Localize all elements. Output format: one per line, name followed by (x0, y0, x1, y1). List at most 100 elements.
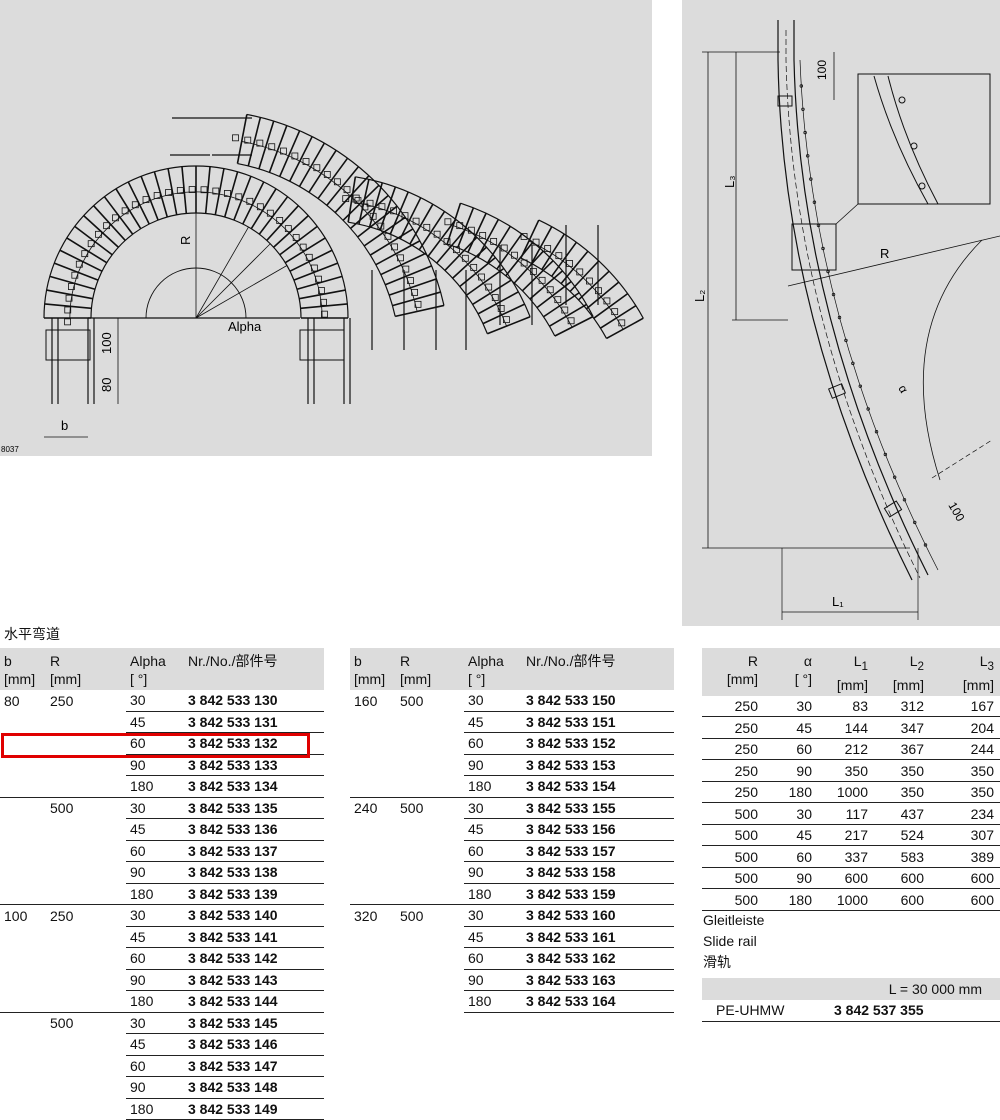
chain-link (569, 260, 600, 293)
cell-alpha: 60 (126, 840, 184, 862)
table-row: 60 3 842 533 147 (0, 1055, 324, 1077)
cell-nr: 3 842 533 150 (522, 690, 674, 712)
cell-b (0, 776, 46, 798)
cell-r: 500 (702, 867, 764, 890)
cell-l2: 583 (874, 845, 930, 868)
table-row: 45 3 842 533 136 (0, 818, 324, 841)
chain-link (577, 270, 610, 301)
cell-b (0, 1098, 46, 1120)
cell-b (350, 754, 396, 776)
cell-r (396, 733, 464, 755)
cell-alpha: 90 (764, 759, 818, 782)
cell-r (46, 1034, 126, 1056)
cell-nr: 3 842 533 146 (184, 1033, 324, 1056)
col-l3-sub: 3 (987, 659, 994, 673)
cell-b (0, 1077, 46, 1099)
cell-alpha: 45 (126, 818, 184, 841)
cell-nr: 3 842 533 134 (184, 775, 324, 798)
cell-alpha: 180 (464, 883, 522, 905)
cell-nr: 3 842 533 159 (522, 883, 674, 905)
cell-l3: 204 (930, 716, 1000, 739)
curve-dimension-drawing: R α L₁ L₂ L₃ 100 100 (682, 0, 1000, 626)
col-l1-header: L (853, 653, 862, 669)
cell-b (350, 733, 396, 755)
cell-r (46, 1077, 126, 1099)
l3-label: L₃ (722, 175, 737, 188)
angle-line (931, 439, 993, 479)
chain-tooth (554, 296, 562, 304)
table-row: 90 3 842 533 143 (0, 969, 324, 991)
col-nr-header: Nr./No./部件号 (526, 653, 616, 669)
chain-link (258, 120, 275, 170)
cell-l3: 600 (930, 888, 1000, 911)
cell-nr: 3 842 533 141 (184, 926, 324, 948)
cell-r (46, 969, 126, 991)
table-row: 45 3 842 533 161 (350, 926, 674, 948)
cell-b (350, 840, 396, 862)
segment-45 (444, 202, 594, 337)
cell-b (0, 840, 46, 862)
cell-r (396, 776, 464, 798)
slide-rail-row: PE-UHMW 3 842 537 355 (702, 1000, 1000, 1022)
cell-alpha: 60 (464, 840, 522, 862)
cell-nr: 3 842 533 160 (522, 904, 674, 927)
chain-link (309, 287, 355, 296)
chain-tooth (566, 260, 573, 267)
chain-tooth (87, 240, 95, 248)
cell-b (350, 862, 396, 884)
selected-row-highlight (1, 733, 310, 758)
radius-line (195, 265, 288, 319)
chain-link (299, 289, 346, 300)
chain-tooth (131, 201, 139, 209)
cell-l3: 167 (930, 695, 1000, 718)
cell-r (46, 926, 126, 948)
chain-tooth (305, 253, 313, 261)
cell-b: 80 (4, 692, 20, 709)
curve-dimensions-table: R [mm] α[ °] L1 [mm] L2 [mm] L3 [mm] 250 30 83… (702, 648, 1000, 911)
cell-nr: 3 842 533 147 (184, 1055, 324, 1077)
col-r-unit: [mm] (400, 671, 432, 687)
cell-alpha: 90 (464, 969, 522, 991)
chain-link (543, 292, 580, 318)
chain-link (46, 289, 93, 300)
cell-b (0, 862, 46, 884)
chain-tooth (299, 243, 307, 251)
cell-alpha: 90 (764, 867, 818, 890)
cell-nr: 3 842 533 145 (184, 1011, 324, 1034)
col-b-unit: [mm] (4, 671, 36, 687)
chain-tooth (397, 254, 404, 262)
dim-100-bottom-label: 100 (945, 500, 967, 525)
radius-r-label: R (880, 246, 889, 261)
cell-b (350, 948, 396, 970)
cell-b (0, 926, 46, 948)
col-l2-header: L (909, 653, 918, 669)
chain-tooth (352, 194, 360, 202)
cell-b: 160 (354, 692, 378, 709)
chain-tooth (292, 234, 300, 241)
radius-line (195, 226, 249, 319)
cell-nr: 3 842 533 162 (522, 947, 674, 970)
table-row: 250 60 212 367 244 (702, 738, 1000, 761)
chain-tooth (576, 268, 584, 276)
cell-alpha: 30 (126, 1011, 184, 1034)
cell-l1: 600 (818, 867, 874, 890)
cell-l2: 437 (874, 802, 930, 825)
chain-tooth (232, 134, 239, 142)
joint-marker (827, 383, 847, 399)
table-row: 45 3 842 533 156 (350, 818, 674, 841)
chain-outer-edge (355, 176, 531, 318)
cell-r (46, 883, 126, 905)
table-row: 180 3 842 533 139 (0, 883, 324, 905)
table-row: 45 3 842 533 146 (0, 1033, 324, 1056)
table-row: 250 45 144 347 204 (702, 716, 1000, 739)
cell-alpha: 60 (764, 738, 818, 761)
table-row: 90 3 842 533 158 (350, 861, 674, 884)
table-row: 60 3 842 533 157 (350, 840, 674, 862)
table-row: 500 180 1000 600 600 (702, 888, 1000, 911)
cell-nr: 3 842 533 137 (184, 840, 324, 862)
cell-r (46, 1098, 126, 1120)
slide-rail-title-en: Slide rail (703, 933, 757, 949)
cell-nr: 3 842 533 131 (184, 711, 324, 733)
cell-r (396, 991, 464, 1013)
table-row: 90 3 842 533 153 (350, 754, 674, 776)
